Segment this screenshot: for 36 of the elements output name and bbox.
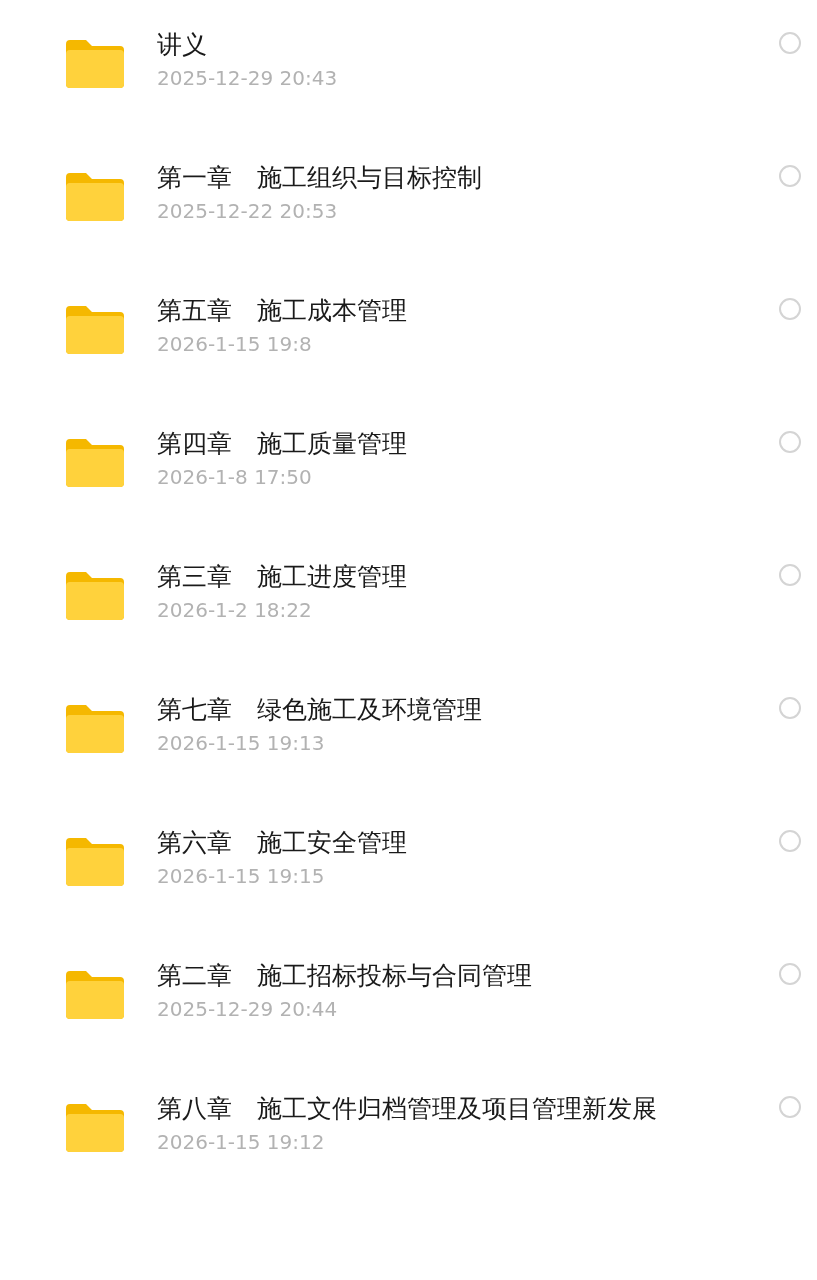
folder-name: 讲义 xyxy=(157,29,208,61)
folder-icon xyxy=(66,703,124,753)
select-checkbox[interactable] xyxy=(779,32,801,54)
folder-name: 第八章 施工文件归档管理及项目管理新发展 xyxy=(157,1093,658,1125)
folder-icon xyxy=(66,836,124,886)
modified-date: 2025-12-29 20:44 xyxy=(157,996,339,1023)
select-checkbox[interactable] xyxy=(779,1096,801,1118)
modified-date: 2026-1-15 19:13 xyxy=(157,730,326,757)
modified-date: 2026-1-15 19:15 xyxy=(157,863,326,890)
folder-icon xyxy=(66,1102,124,1152)
select-checkbox[interactable] xyxy=(779,963,801,985)
modified-date: 2026-1-15 19:12 xyxy=(157,1129,326,1156)
folder-icon xyxy=(66,38,124,88)
folder-icon xyxy=(66,437,124,487)
folder-icon xyxy=(66,570,124,620)
modified-date: 2025-12-29 20:43 xyxy=(157,65,339,92)
select-checkbox[interactable] xyxy=(779,697,801,719)
folder-name: 第三章 施工进度管理 xyxy=(157,561,408,593)
modified-date: 2025-12-22 20:53 xyxy=(157,198,339,225)
folder-name: 第二章 施工招标投标与合同管理 xyxy=(157,960,533,992)
folder-icon xyxy=(66,304,124,354)
folder-name: 第五章 施工成本管理 xyxy=(157,295,408,327)
modified-date: 2026-1-8 17:50 xyxy=(157,464,313,491)
folder-icon xyxy=(66,171,124,221)
select-checkbox[interactable] xyxy=(779,298,801,320)
select-checkbox[interactable] xyxy=(779,431,801,453)
select-checkbox[interactable] xyxy=(779,564,801,586)
select-checkbox[interactable] xyxy=(779,165,801,187)
folder-name: 第七章 绿色施工及环境管理 xyxy=(157,694,483,726)
folder-name: 第六章 施工安全管理 xyxy=(157,827,408,859)
folder-icon xyxy=(66,969,124,1019)
modified-date: 2026-1-15 19:8 xyxy=(157,331,313,358)
folder-name: 第一章 施工组织与目标控制 xyxy=(157,162,483,194)
folder-name: 第四章 施工质量管理 xyxy=(157,428,408,460)
select-checkbox[interactable] xyxy=(779,830,801,852)
modified-date: 2026-1-2 18:22 xyxy=(157,597,313,624)
